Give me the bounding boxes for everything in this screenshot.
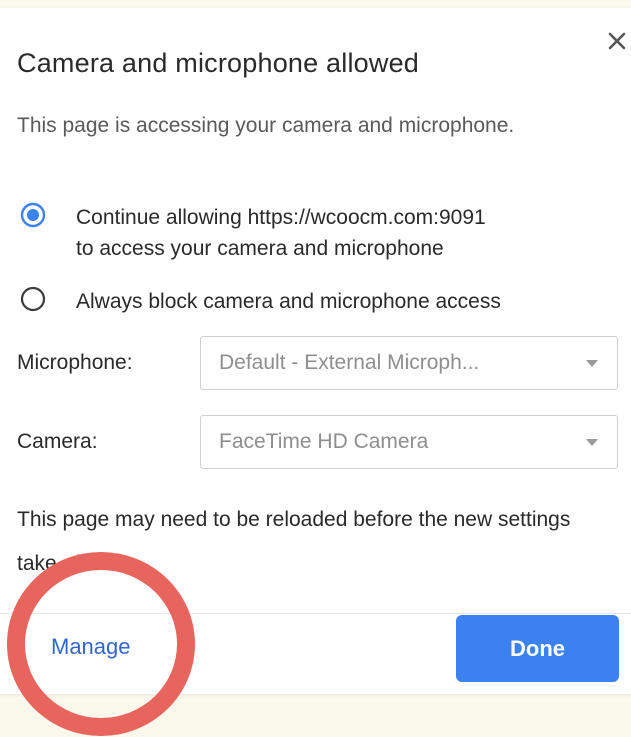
radio-unselected-icon[interactable] (20, 286, 46, 312)
chevron-down-icon (586, 439, 598, 446)
microphone-select-value: Default - External Microph... (219, 351, 480, 374)
allow-option[interactable]: Continue allowing https://wcoocm.com:909… (20, 202, 486, 264)
manage-link[interactable]: Manage (51, 634, 131, 660)
done-button[interactable]: Done (456, 615, 619, 682)
allow-option-label: Continue allowing https://wcoocm.com:909… (76, 202, 486, 264)
chevron-down-icon (586, 360, 598, 367)
allow-option-line1: Continue allowing https://wcoocm.com:909… (76, 206, 486, 229)
microphone-select[interactable]: Default - External Microph... (200, 336, 618, 390)
reload-note: This page may need to be reloaded before… (17, 508, 571, 575)
block-option[interactable]: Always block camera and microphone acces… (20, 286, 501, 317)
allow-option-line2: to access your camera and microphone (76, 237, 444, 260)
dialog-title: Camera and microphone allowed (17, 48, 420, 78)
camera-select-value: FaceTime HD Camera (219, 430, 429, 453)
camera-label: Camera: (17, 430, 98, 453)
block-option-text: Always block camera and microphone acces… (76, 290, 501, 313)
permission-dialog: Camera and microphone allowed This page … (0, 8, 631, 694)
dialog-description: This page is accessing your camera and m… (17, 114, 515, 137)
footer-divider (0, 613, 631, 614)
camera-select[interactable]: FaceTime HD Camera (200, 415, 618, 469)
radio-selected-icon[interactable] (20, 202, 46, 228)
close-icon[interactable] (604, 28, 630, 54)
microphone-label: Microphone: (17, 351, 133, 374)
block-option-label: Always block camera and microphone acces… (76, 286, 501, 317)
